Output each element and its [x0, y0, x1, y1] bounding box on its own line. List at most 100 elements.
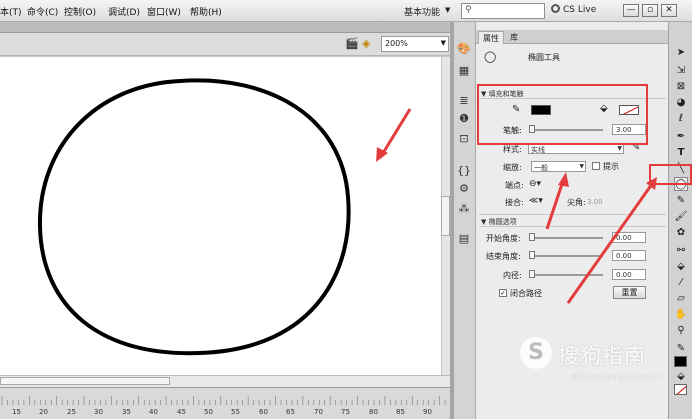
paint-bucket-tool-icon[interactable]: ⬙ — [674, 260, 688, 274]
bone-tool-icon[interactable]: ⚯ — [674, 244, 688, 258]
frame-number: 90 — [423, 408, 432, 416]
panel-icon-strip: 🎨 ▦ ≣ ❶ ⊡ {} ⚙ ⁂ ▤ — [454, 22, 476, 419]
start-angle-thumb[interactable] — [529, 233, 535, 241]
stroke-color-chip[interactable] — [674, 356, 687, 367]
menu-text[interactable]: 本(T) — [0, 5, 22, 18]
watermark-brand: 搜狗指南 — [558, 344, 646, 368]
frame-number: 20 — [39, 408, 48, 416]
minimize-button[interactable]: — — [623, 4, 639, 17]
horizontal-scroll-thumb[interactable] — [0, 377, 170, 385]
inner-radius-input[interactable]: 0.00 — [612, 269, 646, 280]
chevron-down-icon: ▼ — [445, 6, 451, 14]
cs-live-icon — [551, 4, 560, 13]
annotation-highlight-oval-tool — [649, 164, 692, 185]
miter-value[interactable]: 3.00 — [587, 198, 603, 206]
hinting-checkbox[interactable] — [592, 162, 600, 170]
annotation-highlight-fill-stroke — [477, 84, 648, 145]
frame-number: 65 — [286, 408, 295, 416]
fill-color-chip[interactable] — [674, 384, 687, 395]
eraser-tool-icon[interactable]: ▱ — [674, 292, 688, 306]
library-icon[interactable]: ▤ — [457, 232, 471, 246]
subselection-tool-icon[interactable]: ⇲ — [674, 64, 688, 78]
fill-color-tool-icon[interactable]: ⬙ — [674, 370, 688, 384]
free-transform-tool-icon[interactable]: ⊠ — [674, 80, 688, 94]
swatches-icon[interactable]: ▦ — [457, 64, 471, 78]
motion-presets-icon[interactable]: ⁂ — [457, 202, 471, 216]
lasso-tool-icon[interactable]: ℓ — [674, 112, 688, 126]
deco-tool-icon[interactable]: ✿ — [674, 226, 688, 240]
brush-tool-icon[interactable]: 🖌 — [674, 210, 688, 224]
menu-bar: 本(T) 命令(C) 控制(O) 调试(D) 窗口(W) 帮助(H) 基本功能 … — [0, 0, 692, 22]
restore-button[interactable]: ▫ — [642, 4, 658, 17]
timeline[interactable]: 15 20 25 30 35 40 45 50 55 60 65 70 75 8… — [0, 387, 452, 419]
eyedropper-tool-icon[interactable]: ⁄ — [674, 276, 688, 290]
frame-number: 85 — [396, 408, 405, 416]
chevron-down-icon: ▼ — [579, 163, 584, 170]
inner-radius-thumb[interactable] — [529, 270, 535, 278]
color-panel-icon[interactable]: 🎨 — [457, 42, 471, 56]
join-label: 接合: — [505, 198, 524, 207]
workspace-switcher[interactable]: 基本功能 ▼ — [396, 3, 458, 19]
menu-control[interactable]: 控制(O) — [64, 5, 96, 18]
cs-live-button[interactable]: CS Live — [551, 4, 596, 15]
timeline-ticks — [1, 396, 451, 405]
reset-button[interactable]: 重置 — [613, 286, 646, 299]
edit-scene-icon[interactable]: 🎬 — [345, 37, 359, 50]
frame-number: 30 — [94, 408, 103, 416]
inner-radius-label: 内径: — [503, 271, 522, 280]
divider — [479, 214, 666, 215]
inner-radius-slider[interactable] — [530, 274, 603, 276]
align-icon[interactable]: ≣ — [457, 94, 471, 108]
pencil-tool-icon[interactable]: ✎ — [674, 194, 688, 208]
frame-number: 15 — [12, 408, 21, 416]
scale-label: 缩放: — [503, 163, 522, 172]
stage-canvas[interactable] — [0, 57, 446, 375]
scale-select[interactable]: 一般 ▼ — [531, 161, 586, 172]
transform-icon[interactable]: ⊡ — [457, 132, 471, 146]
components-icon[interactable]: ⚙ — [457, 182, 471, 196]
no-fill-icon — [676, 386, 686, 394]
menu-commands[interactable]: 命令(C) — [27, 5, 58, 18]
start-angle-slider[interactable] — [530, 237, 603, 239]
frame-number: 80 — [369, 408, 378, 416]
edit-symbols-icon[interactable]: ◈ — [362, 37, 370, 50]
text-tool-icon[interactable]: T — [674, 146, 688, 160]
watermark-url: zhinan.sogou.com — [570, 372, 662, 383]
annotation-arrow — [378, 108, 412, 159]
ellipse-tool-icon: ◯ — [484, 50, 497, 63]
close-button[interactable]: ✕ — [661, 4, 677, 17]
cap-label: 端点: — [505, 181, 524, 190]
menu-debug[interactable]: 调试(D) — [108, 5, 140, 18]
code-snippets-icon[interactable]: {} — [457, 164, 471, 178]
close-path-checkbox[interactable]: ✓ — [499, 289, 507, 297]
hand-tool-icon[interactable]: ✋ — [674, 308, 688, 322]
3d-rotation-tool-icon[interactable]: ◕ — [674, 96, 688, 110]
zoom-select[interactable]: 200% ▼ — [381, 36, 449, 52]
selection-tool-icon[interactable]: ➤ — [674, 46, 688, 60]
info-icon[interactable]: ❶ — [457, 112, 471, 126]
menu-help[interactable]: 帮助(H) — [190, 5, 222, 18]
vertical-scroll-thumb[interactable] — [441, 196, 450, 236]
menu-window[interactable]: 窗口(W) — [147, 5, 181, 18]
chevron-down-icon: ▼ — [440, 39, 446, 47]
zoom-tool-icon[interactable]: ⚲ — [674, 324, 688, 338]
end-angle-input[interactable]: 0.00 — [612, 250, 646, 261]
style-value: 实线 — [531, 146, 545, 154]
start-angle-input[interactable]: 0.00 — [612, 232, 646, 243]
tab-library[interactable]: 库 — [506, 31, 522, 44]
stage-drawing — [37, 78, 412, 356]
cap-round-icon[interactable]: ⊖▾ — [529, 179, 541, 189]
pen-tool-icon[interactable]: ✒ — [674, 130, 688, 144]
search-input[interactable] — [476, 5, 542, 17]
frame-number: 55 — [231, 408, 240, 416]
frame-number: 50 — [204, 408, 213, 416]
hinting-label: 提示 — [603, 162, 619, 171]
join-round-icon[interactable]: ≪▾ — [529, 196, 543, 206]
tab-properties[interactable]: 属性 — [478, 31, 504, 44]
end-angle-thumb[interactable] — [529, 251, 535, 259]
stroke-color-tool-icon[interactable]: ✎ — [674, 342, 688, 356]
start-angle-label: 开始角度: — [486, 234, 521, 243]
frame-number: 60 — [259, 408, 268, 416]
help-search[interactable]: ⚲ — [461, 3, 545, 19]
end-angle-slider[interactable] — [530, 255, 603, 257]
